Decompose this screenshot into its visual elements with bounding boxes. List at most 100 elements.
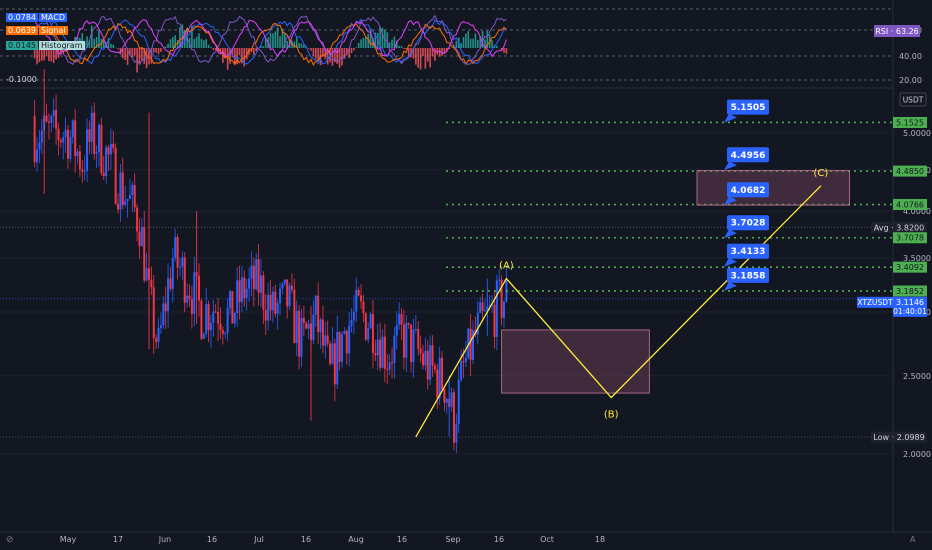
legend-row-macd: 0.0784 MACD bbox=[6, 13, 67, 22]
candle-body bbox=[38, 142, 41, 150]
wave-label: (B) bbox=[604, 410, 619, 421]
candle-body bbox=[395, 324, 398, 336]
price-chart[interactable]: 60.0040.0020.00 (A)(B)(C)5.15054.49564.0… bbox=[0, 0, 932, 550]
candle-body bbox=[302, 317, 305, 324]
candle-body bbox=[398, 313, 401, 325]
time-tick-label: 17 bbox=[113, 535, 123, 544]
candle-body bbox=[133, 185, 136, 208]
candle-body bbox=[152, 287, 155, 339]
candle-body bbox=[62, 137, 65, 143]
candle-body bbox=[47, 121, 50, 123]
candle-body bbox=[445, 398, 448, 403]
candle-body bbox=[88, 129, 91, 142]
rsi-axis-label: 20.00 bbox=[899, 76, 922, 85]
legend-row-histogram: 0.0145 Histogram bbox=[6, 41, 85, 50]
candle-body bbox=[69, 137, 72, 159]
time-tick-label: Jul bbox=[253, 535, 264, 544]
candle-body bbox=[355, 289, 358, 312]
currency-unit-button[interactable]: USDT bbox=[899, 92, 927, 107]
candle-body bbox=[119, 172, 122, 210]
candle-body bbox=[100, 124, 103, 174]
candle-body bbox=[226, 307, 229, 333]
candle-body bbox=[214, 311, 217, 313]
candle-body bbox=[386, 368, 389, 370]
candle-body bbox=[90, 112, 93, 142]
candle-body bbox=[178, 266, 181, 268]
candle-body bbox=[381, 336, 384, 368]
timezone-icon[interactable]: ⊘ bbox=[6, 535, 14, 545]
price-tag-label: 4.4850 bbox=[896, 167, 924, 176]
candle-body bbox=[336, 331, 339, 385]
price-tick-label: 2.0000 bbox=[903, 450, 931, 459]
candle-body bbox=[326, 335, 329, 344]
rsi-badge[interactable]: RSI · 63.26 bbox=[874, 25, 920, 37]
candle-body bbox=[183, 257, 186, 303]
candle-body bbox=[450, 392, 453, 407]
candle-body bbox=[136, 207, 139, 232]
candle-body bbox=[433, 365, 436, 370]
legend-row-signal: 0.0639 Signal bbox=[6, 26, 68, 35]
candle-body bbox=[293, 289, 296, 343]
candle-body bbox=[174, 237, 177, 259]
candle-body bbox=[124, 201, 127, 205]
target-zone-box bbox=[501, 329, 650, 394]
candle-body bbox=[78, 151, 81, 170]
candle-body bbox=[276, 303, 279, 314]
price-tick-label: 3.5000 bbox=[903, 254, 931, 263]
candle-body bbox=[243, 277, 246, 298]
candle-body bbox=[231, 291, 234, 324]
candle-body bbox=[212, 311, 215, 323]
candle-body bbox=[462, 361, 465, 363]
candle-body bbox=[217, 311, 220, 324]
candle-body bbox=[181, 257, 184, 267]
candle-body bbox=[460, 361, 463, 380]
candle-body bbox=[321, 319, 324, 346]
candle-body bbox=[300, 317, 303, 357]
candle-body bbox=[329, 343, 332, 364]
candle-body bbox=[295, 310, 298, 343]
candle-body bbox=[441, 357, 444, 390]
time-tick-label: May bbox=[60, 535, 77, 544]
candle-body bbox=[345, 330, 348, 354]
callout-label: 4.0682 bbox=[731, 186, 766, 196]
candle-body bbox=[331, 343, 334, 364]
auto-scale-button[interactable]: A bbox=[910, 535, 916, 544]
candle-body bbox=[207, 304, 210, 331]
candle-body bbox=[343, 330, 346, 334]
time-tick-label: Oct bbox=[540, 535, 554, 544]
candle-body bbox=[417, 328, 420, 349]
candle-body bbox=[45, 115, 48, 122]
candle-body bbox=[360, 295, 363, 302]
macd-label: MACD bbox=[39, 13, 67, 22]
candle-body bbox=[250, 265, 253, 279]
candle-body bbox=[452, 392, 455, 443]
candle-body bbox=[74, 120, 77, 157]
candle-body bbox=[40, 130, 43, 143]
candle-body bbox=[376, 339, 379, 356]
candle-body bbox=[317, 295, 320, 333]
candle-body bbox=[286, 279, 289, 307]
candle-body bbox=[279, 288, 282, 304]
candle-body bbox=[171, 258, 174, 289]
candle-body bbox=[143, 226, 146, 281]
callout-label: 4.4956 bbox=[731, 151, 766, 161]
wave-label: (C) bbox=[813, 168, 828, 179]
candle-body bbox=[391, 362, 394, 364]
candle-body bbox=[419, 348, 422, 354]
candle-body bbox=[338, 331, 341, 362]
candle-body bbox=[271, 291, 274, 311]
candle-body bbox=[348, 325, 351, 354]
candle-body bbox=[421, 353, 424, 366]
candle-body bbox=[371, 314, 374, 353]
candle-body bbox=[379, 339, 382, 368]
signal-label: Signal bbox=[39, 26, 68, 35]
candle-body bbox=[493, 304, 496, 337]
candle-body bbox=[412, 329, 415, 363]
candle-body bbox=[169, 278, 172, 289]
wave-label: (A) bbox=[499, 261, 514, 272]
candle-body bbox=[138, 231, 141, 247]
candle-body bbox=[236, 280, 239, 313]
macd-value: 0.0784 bbox=[6, 13, 38, 22]
candle-body bbox=[233, 312, 236, 324]
price-tag-label: 3.7078 bbox=[896, 234, 924, 243]
